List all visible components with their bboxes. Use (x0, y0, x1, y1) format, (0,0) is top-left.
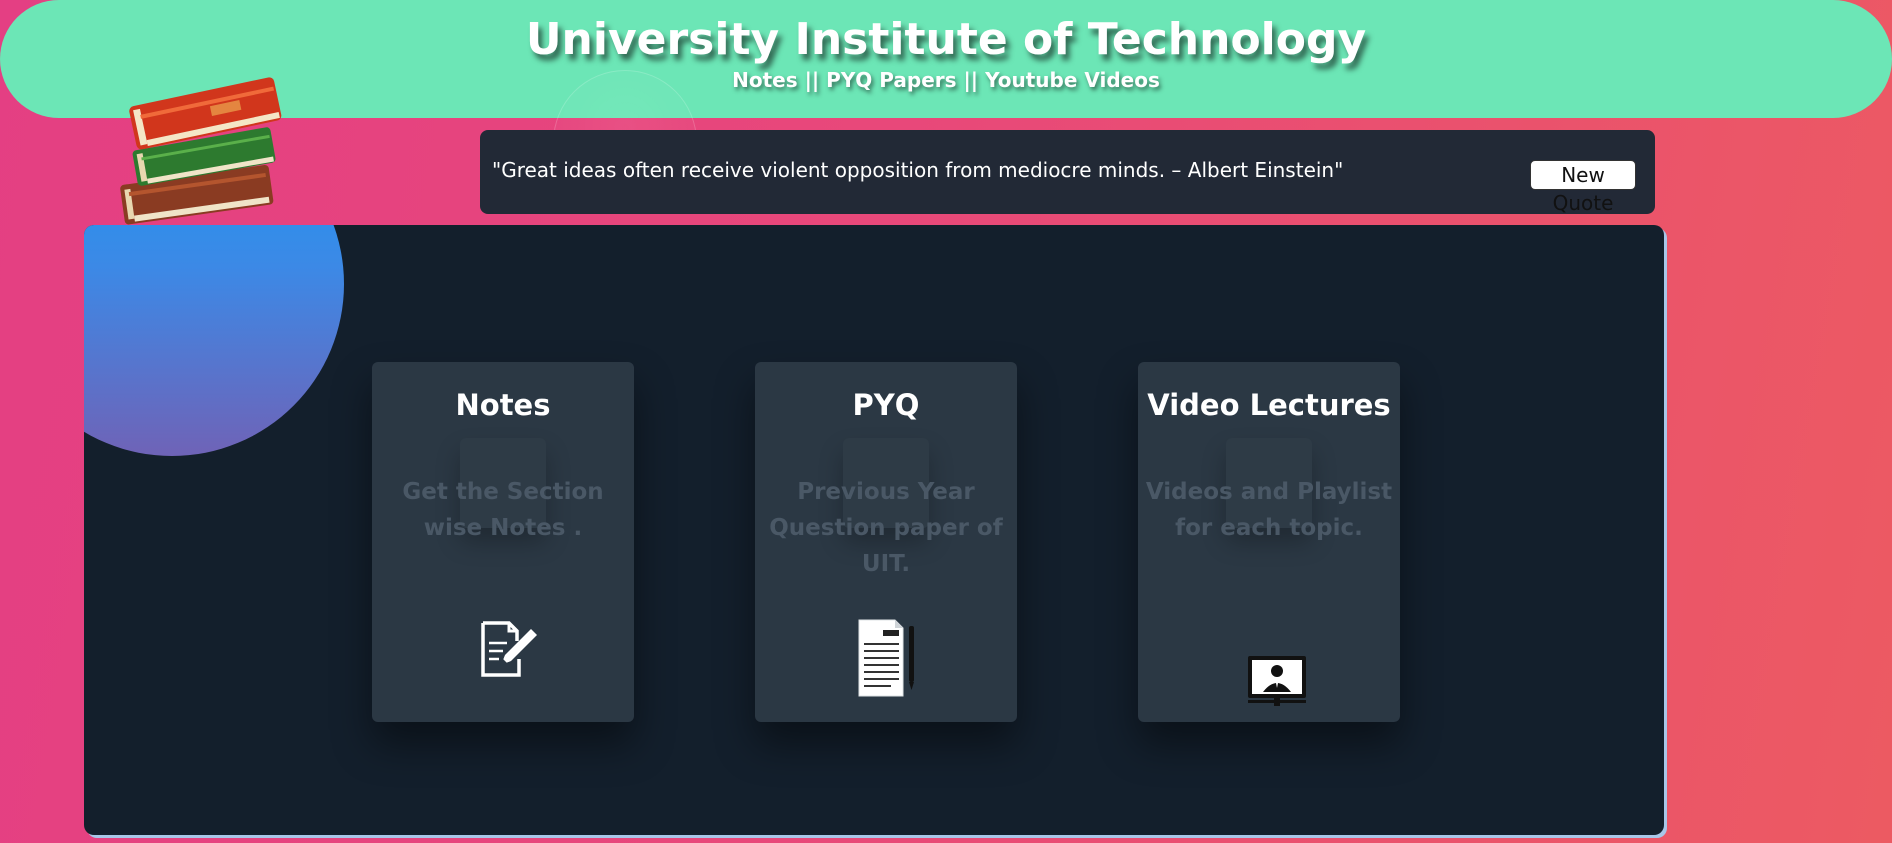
decorative-circle (84, 225, 344, 456)
card-video-lectures[interactable]: Video Lectures Videos and Playlist for e… (1138, 362, 1400, 722)
card-description: Previous Year Question paper of UIT. (769, 479, 1003, 577)
card-title: PYQ (852, 388, 920, 422)
card-description: Videos and Playlist for each topic. (1145, 479, 1393, 541)
quote-box: "Great ideas often receive violent oppos… (480, 130, 1655, 215)
new-quote-button[interactable]: New Quote (1530, 160, 1636, 215)
notes-edit-icon (481, 621, 537, 677)
card-pyq[interactable]: PYQ Previous Year Question paper of UIT. (755, 362, 1017, 722)
main-panel: Notes Get the Section wise Notes . PYQ P… (84, 225, 1664, 835)
card-description: Get the Section wise Notes . (402, 479, 604, 541)
card-title: Video Lectures (1147, 388, 1391, 422)
document-pen-icon (858, 619, 914, 697)
video-lecture-icon (1248, 656, 1306, 706)
card-title: Notes (455, 388, 551, 422)
books-stack-icon (120, 77, 282, 225)
card-notes[interactable]: Notes Get the Section wise Notes . (372, 362, 634, 722)
quote-text: "Great ideas often receive violent oppos… (492, 158, 1344, 182)
